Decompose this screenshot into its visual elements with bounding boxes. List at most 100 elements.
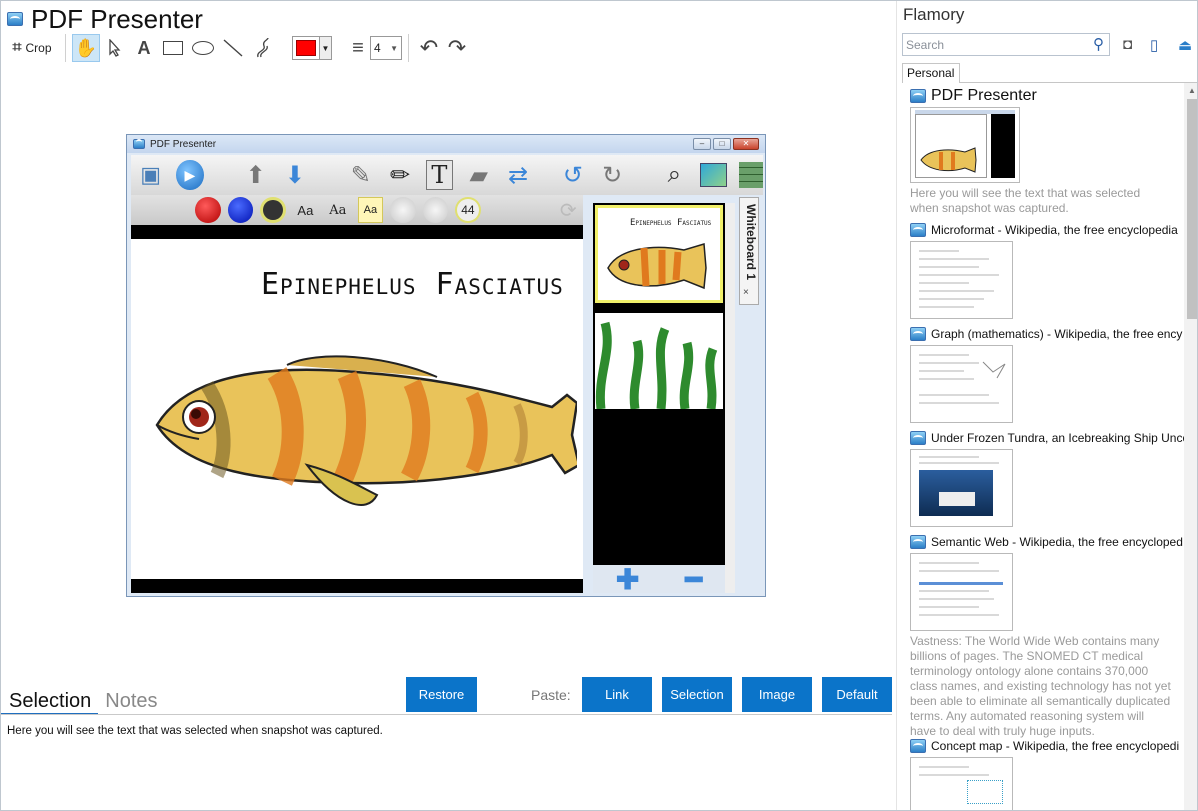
font-size-small: Aa <box>297 202 314 218</box>
scroll-up-icon[interactable]: ▲ <box>1188 86 1196 95</box>
app-icon <box>133 139 145 149</box>
pointer-icon <box>109 39 121 57</box>
slide-thumbnail: Epinephelus Fasciatus <box>595 205 723 303</box>
crop-label: Crop <box>25 41 52 55</box>
app-icon <box>910 739 926 753</box>
rectangle-tool-button[interactable] <box>158 34 188 62</box>
screen-settings-icon: ▣ <box>140 162 162 187</box>
slide-thumbnail <box>595 313 723 409</box>
redo-button[interactable]: ↷ <box>443 34 471 62</box>
list-item-header: Microformat - Wikipedia, the free encycl… <box>910 221 1185 239</box>
light-dot-icon <box>390 197 416 223</box>
list-item[interactable]: Under Frozen Tundra, an Icebreaking Ship… <box>910 429 1185 527</box>
hand-tool-button[interactable]: ✋ <box>72 34 100 62</box>
hand-icon: ✋ <box>74 37 98 58</box>
slide-thumbnails: Epinephelus Fasciatus <box>593 203 725 593</box>
list-item-header: Concept map - Wikipedia, the free encycl… <box>910 737 1185 755</box>
list-item[interactable]: Concept map - Wikipedia, the free encycl… <box>910 737 1185 810</box>
main-toolbar: ⌗ Crop ✋ A ▼ ≡ 4 ▼ ↶ ↷ <box>5 33 495 63</box>
tab-divider <box>1 714 892 715</box>
search-input[interactable]: Search ⚲ <box>902 33 1110 56</box>
slide-title: Epinephelus Fasciatus <box>261 267 564 302</box>
app-icon <box>910 223 926 237</box>
ellipse-tool-button[interactable] <box>188 34 218 62</box>
app-icon <box>7 12 23 26</box>
app-window: PDF Presenter ⌗ Crop ✋ A ▼ ≡ 4 ▼ ↶ ↷ PDF … <box>0 0 1198 811</box>
freehand-icon <box>257 37 269 58</box>
line-width-value: 4 <box>374 41 381 55</box>
refresh-icon: ⟳ <box>559 199 577 222</box>
paste-link-button[interactable]: Link <box>582 677 652 712</box>
chevron-down-icon: ▼ <box>319 37 331 59</box>
line-width-icon: ≡ <box>352 36 364 59</box>
text-tool-button[interactable]: A <box>130 34 158 62</box>
flamory-panel: Flamory Search ⚲ ◘ ▯ ⏏ Personal PDF Pres… <box>896 1 1197 810</box>
maximize-icon: □ <box>713 138 731 150</box>
play-icon: ▶ <box>176 160 204 190</box>
snapshot-thumbnail <box>910 449 1013 527</box>
tab-selection[interactable]: Selection <box>7 690 93 713</box>
close-icon: ✕ <box>733 138 759 150</box>
arrow-down-icon: ⬇ <box>284 161 306 189</box>
list-item-title: Semantic Web - Wikipedia, the free encyc… <box>931 535 1183 549</box>
search-icon[interactable]: ⚲ <box>1093 35 1104 53</box>
text-tool-icon: T <box>425 160 454 190</box>
list-item[interactable]: Semantic Web - Wikipedia, the free encyc… <box>910 533 1185 739</box>
paste-default-button[interactable]: Default <box>822 677 892 712</box>
snapshot-list: PDF Presenter Here you will see the text… <box>897 83 1186 810</box>
grid-icon <box>739 162 764 188</box>
detail-tabs: Selection Notes <box>7 683 170 713</box>
magnifier-icon: ⌕ <box>667 161 682 188</box>
fish-thumbnail <box>607 243 707 290</box>
collapse-icon[interactable]: ⏏ <box>1178 36 1192 54</box>
crop-button[interactable]: ⌗ Crop <box>5 34 59 62</box>
preview-toolbar: ▣ ▶ ⬆ ⬇ ✎ ✏ T ▰ ⇄ ↺ ↻ ⌕ <box>131 155 764 195</box>
color-picker[interactable]: ▼ <box>292 36 332 60</box>
color-swatch <box>296 40 316 56</box>
seaweed-thumbnail <box>595 321 718 409</box>
list-item-title: Graph (mathematics) - Wikipedia, the fre… <box>931 327 1183 341</box>
paste-selection-button[interactable]: Selection <box>662 677 732 712</box>
slide-bottom-bar <box>131 579 583 593</box>
app-icon <box>910 431 926 445</box>
camera-icon[interactable]: ◘ <box>1123 36 1132 53</box>
freehand-tool-button[interactable] <box>248 34 278 62</box>
scrollbar-thumb[interactable] <box>1187 99 1197 319</box>
list-scrollbar[interactable]: ▲ <box>1184 83 1197 810</box>
eraser-icon: ▰ <box>469 161 488 189</box>
pen-icon: ✎ <box>350 161 371 189</box>
preview-color-bar: Aa Aa Aa 44 ⟳ <box>131 195 583 225</box>
snapshot-thumbnail <box>910 553 1013 631</box>
toolbar-divider <box>65 34 66 62</box>
app-icon <box>910 89 926 103</box>
font-size-badge: 44 <box>455 197 481 223</box>
list-item[interactable]: PDF Presenter Here you will see the text… <box>910 87 1185 216</box>
red-color-icon <box>195 197 221 223</box>
restore-button[interactable]: Restore <box>406 677 477 712</box>
selection-text[interactable]: Here you will see the text that was sele… <box>7 725 383 737</box>
arrow-up-icon: ⬆ <box>245 161 266 189</box>
line-width-select[interactable]: 4 ▼ <box>370 36 402 60</box>
sync-icon: ⇄ <box>507 161 529 189</box>
list-item-header: Semantic Web - Wikipedia, the free encyc… <box>910 533 1185 551</box>
screen-icon <box>700 163 728 187</box>
app-icon <box>910 327 926 341</box>
line-tool-button[interactable] <box>218 34 248 62</box>
list-item[interactable]: Microformat - Wikipedia, the free encycl… <box>910 221 1185 319</box>
line-icon <box>223 39 243 57</box>
list-item[interactable]: Graph (mathematics) - Wikipedia, the fre… <box>910 325 1185 423</box>
snapshot-thumbnail <box>910 345 1013 423</box>
snapshot-preview[interactable]: PDF Presenter – □ ✕ ▣ ▶ ⬆ ⬇ ✎ ✏ T ▰ ⇄ ↺ … <box>126 134 766 597</box>
rectangle-icon <box>163 41 183 55</box>
whiteboard-tab: Whiteboard 1 <box>739 197 759 305</box>
undo-button[interactable]: ↶ <box>415 34 443 62</box>
pointer-tool-button[interactable] <box>100 34 130 62</box>
app-title-bar: PDF Presenter <box>7 4 203 34</box>
rotate-left-icon: ↺ <box>562 161 583 189</box>
document-icon[interactable]: ▯ <box>1150 36 1158 54</box>
preview-title-bar: PDF Presenter <box>127 135 765 153</box>
tab-personal[interactable]: Personal <box>902 63 960 83</box>
app-icon <box>910 535 926 549</box>
tab-notes[interactable]: Notes <box>103 690 159 713</box>
paste-image-button[interactable]: Image <box>742 677 812 712</box>
